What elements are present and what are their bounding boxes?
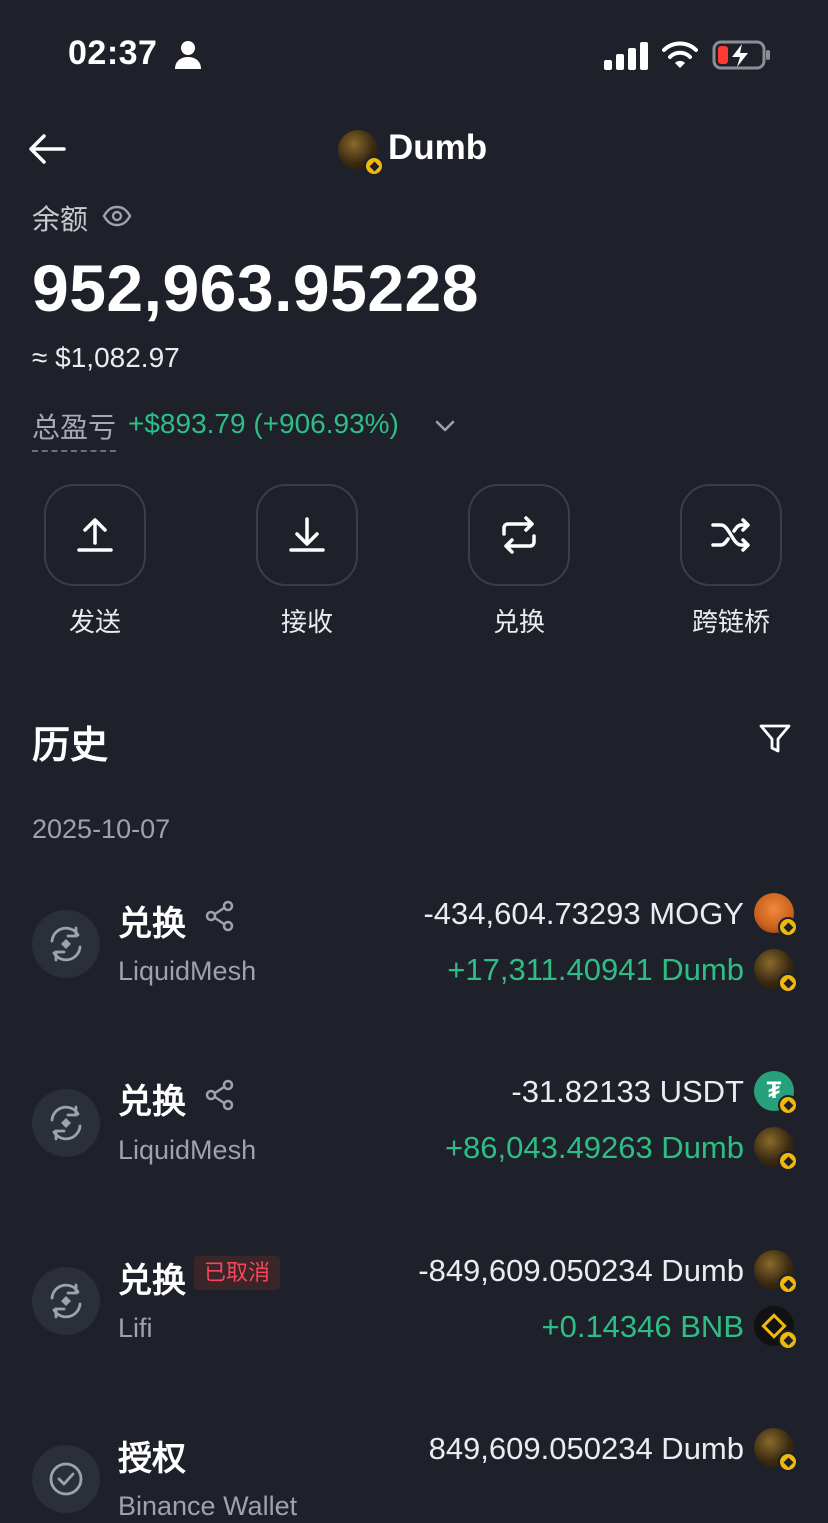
dumb-token-icon — [754, 1428, 798, 1472]
tx-amount-in: +17,311.40941 Dumb — [447, 952, 744, 987]
chevron-down-icon[interactable] — [432, 414, 458, 438]
tx-amount-in: +0.14346 BNB — [541, 1309, 744, 1344]
cellular-signal-icon — [604, 42, 648, 70]
bnb-chain-badge-icon — [778, 973, 798, 993]
bnb-chain-badge-icon — [778, 1274, 798, 1294]
swap-label: 兑换 — [492, 607, 545, 637]
tx-type[interactable]: 兑换 — [118, 1074, 186, 1123]
filter-icon[interactable] — [758, 722, 792, 756]
send-label: 发送 — [68, 607, 121, 637]
dumb-token-icon — [754, 1250, 798, 1294]
tx-amount-out: -31.82133 USDT — [511, 1074, 744, 1109]
person-icon — [175, 41, 201, 69]
history-title: 历史 — [32, 725, 109, 767]
usdt-token-icon: ₮ — [754, 1071, 798, 1115]
bnb-chain-badge-icon — [778, 1151, 798, 1171]
eye-icon[interactable] — [102, 204, 132, 228]
receive-button[interactable]: 接收 — [254, 484, 360, 639]
swap-tx-icon — [32, 1267, 100, 1335]
dumb-token-icon — [754, 949, 798, 993]
bnb-chain-badge-icon — [778, 1095, 798, 1115]
bnb-chain-badge-icon — [364, 156, 384, 176]
receive-label: 接收 — [280, 607, 333, 637]
pnl-label[interactable]: 总盈亏 — [32, 406, 117, 452]
tx-type[interactable]: 兑换 — [118, 1253, 186, 1302]
balance-usd: ≈ $1,082.97 — [32, 342, 180, 373]
swap-tx-icon — [32, 910, 100, 978]
swap-button[interactable]: 兑换 — [466, 484, 572, 639]
send-arrow-up-icon — [77, 518, 113, 552]
history-date: 2025-10-07 — [32, 814, 171, 844]
tx-type[interactable]: 授权 — [118, 1431, 186, 1480]
tx-amount-in: +86,043.49263 Dumb — [444, 1130, 744, 1165]
receive-arrow-down-icon — [289, 517, 325, 552]
bnb-chain-badge-icon — [778, 917, 798, 937]
dumb-token-icon — [754, 1127, 798, 1171]
tx-provider: Binance Wallet — [118, 1491, 298, 1521]
balance-label: 余额 — [32, 204, 89, 235]
page-title: Dumb — [388, 128, 488, 167]
swap-tx-icon — [32, 1089, 100, 1157]
balance-amount: 952,963.95228 — [32, 251, 479, 325]
bnb-chain-badge-icon — [778, 1452, 798, 1472]
tx-amount-out: -434,604.73293 MOGY — [423, 896, 744, 931]
bridge-shuffle-icon — [711, 518, 750, 552]
swap-icon — [502, 516, 536, 554]
tx-provider: LiquidMesh — [118, 956, 257, 986]
tx-provider: Lifi — [118, 1313, 153, 1343]
mogy-token-icon — [754, 893, 798, 937]
pnl-value: +$893.79 (+906.93%) — [128, 408, 399, 439]
status-time: 02:37 — [68, 34, 158, 72]
dumb-token-icon — [338, 130, 384, 176]
share-icon[interactable] — [204, 900, 236, 932]
bnb-chain-badge-icon — [778, 1330, 798, 1350]
send-button[interactable]: 发送 — [42, 484, 148, 639]
bridge-button[interactable]: 跨链桥 — [678, 484, 784, 639]
bridge-label: 跨链桥 — [691, 607, 770, 637]
back-arrow-icon[interactable] — [26, 130, 68, 168]
status-badge: 已取消 — [194, 1256, 281, 1290]
wifi-icon — [662, 41, 698, 68]
tx-amount-out: -849,609.050234 Dumb — [418, 1253, 744, 1288]
battery-charging-icon — [712, 40, 770, 70]
tx-type[interactable]: 兑换 — [118, 896, 186, 945]
bnb-token-icon — [754, 1306, 798, 1350]
approve-tx-icon — [32, 1445, 100, 1513]
tx-amount: 849,609.050234 Dumb — [428, 1431, 744, 1466]
tx-provider: LiquidMesh — [118, 1135, 257, 1165]
share-icon[interactable] — [204, 1079, 236, 1111]
